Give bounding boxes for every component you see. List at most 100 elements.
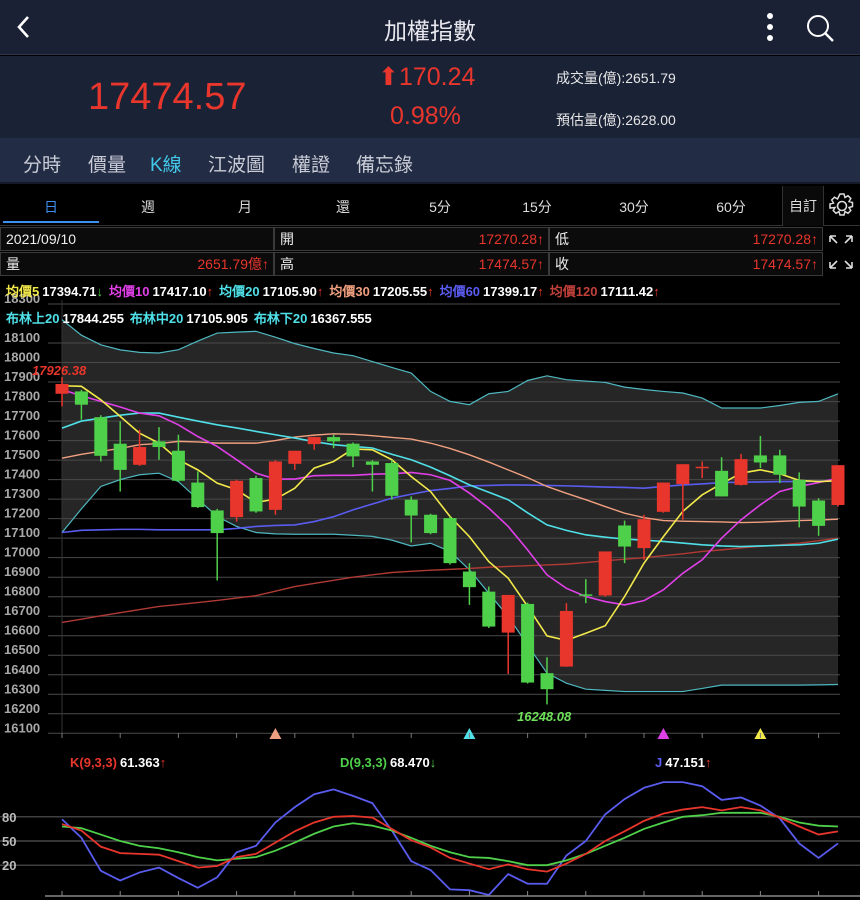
info-open: 開 17270.28↑ (274, 227, 549, 251)
boll-legend-item-label: 布林中20 (129, 311, 184, 326)
open-label: 開 (280, 231, 294, 247)
boll-legend-item: 布林中20 17105.905 (130, 311, 251, 326)
y-tick-label: 17700 (4, 408, 40, 423)
y-tick-label: 17100 (4, 525, 40, 540)
candle (482, 586, 496, 628)
candle (598, 551, 612, 597)
candle (268, 460, 282, 515)
fullscreen-icon[interactable] (826, 232, 856, 272)
candle (249, 475, 263, 513)
volume-label: 成交量(億):2651.79 (556, 70, 676, 86)
search-icon[interactable] (804, 12, 836, 44)
candle-body (618, 525, 632, 547)
kline-chart[interactable]: 1830018100180001790017800177001760017500… (0, 280, 860, 900)
price-change: ⬆170.24 (378, 62, 475, 92)
y-tick-label: 17000 (4, 545, 40, 560)
candle-body (133, 447, 147, 465)
candle-body (443, 518, 457, 564)
y-tick-label: 16300 (4, 681, 40, 696)
y-tick-label: 17600 (4, 428, 40, 443)
boll-legend-item-label: 布林上20 (6, 311, 60, 326)
period-adjusted[interactable]: 還 (313, 197, 373, 217)
candle-body (74, 391, 88, 405)
candle-body (191, 482, 205, 508)
tab-intraday[interactable]: 分時 (23, 150, 61, 177)
kdj-y-tick-label: 80 (2, 810, 16, 825)
high-label: 高 (280, 256, 294, 272)
kebab-icon[interactable] (760, 12, 780, 42)
info-high: 高 17474.57↑ (274, 252, 549, 276)
ma-legend-item: 均價10 17417.10↑ (109, 284, 216, 299)
candle-body (307, 437, 321, 445)
candle-body (676, 464, 690, 485)
ma-legend-item-arrow: ↑ (653, 284, 660, 299)
tab-jiangbo[interactable]: 江波圖 (208, 150, 265, 177)
kdj-legend-item-arrow: ↓ (429, 755, 437, 770)
ma-legend-item-label: 均價60 (439, 284, 481, 299)
kdj-legend-item-label: J (655, 755, 663, 770)
min-price-label: 16248.08 (517, 709, 572, 724)
y-tick-label: 16800 (4, 584, 40, 599)
period-30min[interactable]: 30分 (604, 197, 664, 217)
ma-legend-item-arrow: ↑ (206, 284, 214, 299)
kdj-y-tick-label: 20 (2, 858, 16, 873)
tab-warrants[interactable]: 權證 (292, 150, 330, 177)
ma-legend-item-label: 均價10 (108, 284, 150, 299)
info-date: 2021/09/10 (0, 227, 274, 251)
y-tick-label: 16200 (4, 701, 40, 716)
candle (501, 594, 515, 674)
tab-kline[interactable]: K線 (150, 150, 182, 190)
candle (521, 602, 535, 684)
ma-legend-item-value: 17205.55 (372, 284, 428, 299)
candle-body (637, 519, 651, 549)
ma-legend-item-label: 均價120 (549, 284, 598, 299)
period-month[interactable]: 月 (215, 197, 275, 217)
candle-body (249, 478, 263, 512)
candle (94, 415, 108, 462)
price-change-percent: 0.98% (390, 102, 461, 130)
y-tick-label: 17400 (4, 467, 40, 482)
candle-body (365, 461, 379, 465)
page-title: 加權指數 (384, 18, 476, 44)
candle-body (734, 459, 748, 485)
kdj-legend-item-value: 47.151 (665, 755, 705, 770)
y-tick-label: 16400 (4, 662, 40, 677)
candle-body (268, 461, 282, 510)
boll-legend-item-value: 16367.555 (310, 311, 372, 326)
candle-body (559, 610, 573, 667)
ma-legend-item-value: 17417.10 (152, 284, 207, 299)
candle (230, 479, 244, 522)
kdj-legend-item-label: D(9,3,3) (340, 755, 387, 770)
candle-body (288, 450, 302, 464)
period-week[interactable]: 週 (118, 197, 178, 217)
y-tick-label: 16900 (4, 564, 40, 579)
candle-body (695, 466, 709, 469)
tab-memo[interactable]: 備忘錄 (356, 150, 413, 177)
max-price-label: 17926.38 (32, 363, 87, 378)
ma-legend-item-value: 17399.17 (483, 284, 538, 299)
kdj-legend-item: D(9,3,3) 68.470↓ (340, 755, 439, 770)
ma-legend-item: 均價5 17394.71↓ (6, 284, 106, 299)
volume-value: 2651.79億↑ (197, 256, 269, 272)
ma-legend-item-arrow: ↑ (537, 284, 544, 299)
period-5min[interactable]: 5分 (410, 197, 470, 217)
candle-body (327, 437, 341, 442)
period-60min[interactable]: 60分 (701, 197, 761, 217)
candle-body (715, 470, 729, 497)
candle-body (598, 551, 612, 596)
estimated-volume-label: 預估量(億):2628.00 (556, 112, 676, 128)
y-tick-label: 17300 (4, 486, 40, 501)
volume-label: 量 (6, 256, 20, 272)
high-value: 17474.57↑ (478, 256, 544, 272)
tab-price-volume[interactable]: 價量 (88, 150, 126, 177)
ma-legend-item-value: 17394.71 (42, 284, 97, 299)
y-tick-label: 16500 (4, 642, 40, 657)
period-day[interactable]: 日 (21, 197, 81, 217)
info-volume: 量 2651.79億↑ (0, 252, 274, 276)
custom-button[interactable]: 自訂 (782, 186, 824, 226)
kdj-y-tick-label: 50 (2, 834, 16, 849)
period-15min[interactable]: 15分 (507, 197, 567, 217)
gear-icon[interactable] (828, 192, 856, 220)
candle-body (773, 455, 787, 475)
y-tick-label: 18100 (4, 330, 40, 345)
